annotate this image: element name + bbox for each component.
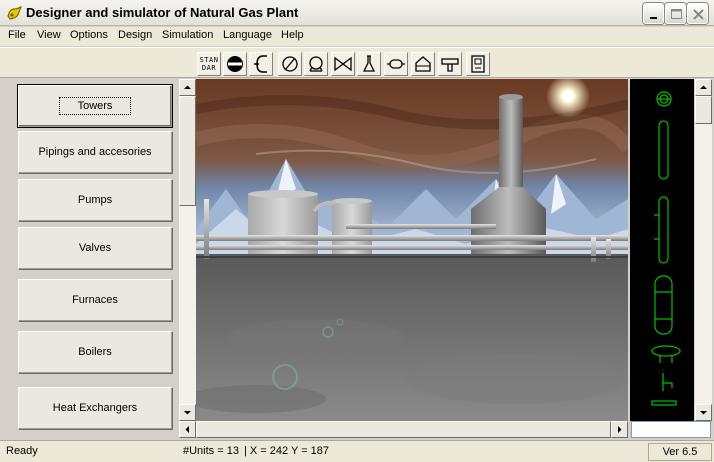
- palette-input[interactable]: [631, 421, 711, 438]
- standard-label-line1: STAN: [199, 56, 219, 64]
- arrow-up-icon: [700, 85, 707, 89]
- vessel-icon[interactable]: [654, 275, 673, 335]
- category-towers-label: Towers: [58, 97, 132, 115]
- menu-simulation[interactable]: Simulation: [159, 29, 216, 41]
- category-valves-label: Valves: [78, 242, 112, 254]
- scroll-thumb[interactable]: [179, 96, 196, 206]
- column-icon[interactable]: [658, 120, 669, 180]
- category-furnaces-label: Furnaces: [72, 294, 118, 306]
- elbow-tool-button[interactable]: [249, 52, 273, 76]
- maximize-icon: [671, 9, 682, 19]
- furnace-tool-button[interactable]: [411, 52, 435, 76]
- category-valves-button[interactable]: Valves: [18, 227, 172, 269]
- scroll-up-button[interactable]: [179, 79, 196, 96]
- palette-scroll-up-button[interactable]: [695, 79, 712, 96]
- minimize-icon: [650, 17, 657, 19]
- blind-flange-icon: [227, 56, 243, 72]
- status-version: Ver 6.5: [648, 443, 712, 461]
- manhole-icon[interactable]: [656, 91, 672, 107]
- drum-tool-button[interactable]: [384, 52, 408, 76]
- blind-flange-tool-button[interactable]: [223, 52, 247, 76]
- scroll-down-button[interactable]: [179, 404, 196, 421]
- category-boilers-label: Boilers: [78, 346, 112, 358]
- arrow-right-icon: [618, 426, 622, 433]
- minimize-button[interactable]: [643, 3, 664, 24]
- maximize-button[interactable]: [665, 3, 686, 24]
- category-boilers-button[interactable]: Boilers: [18, 331, 172, 373]
- category-pipings-button[interactable]: Pipings and accesories: [18, 131, 172, 173]
- furnace-icon: [415, 56, 431, 72]
- category-pumps-label: Pumps: [77, 194, 113, 206]
- plant-3d-viewport[interactable]: [196, 79, 628, 421]
- menu-language[interactable]: Language: [220, 29, 275, 41]
- nozzle-icon[interactable]: [662, 373, 673, 391]
- menu-file[interactable]: File: [5, 29, 29, 41]
- standard-tool-button[interactable]: STAN DAR: [197, 52, 221, 76]
- orifice-icon: [282, 56, 298, 72]
- arrow-left-icon: [185, 426, 189, 433]
- standard-label-line2: DAR: [201, 64, 217, 72]
- category-panel: Towers Pipings and accesories Pumps Valv…: [0, 79, 178, 437]
- flange-icon[interactable]: [651, 400, 677, 406]
- menu-view[interactable]: View: [34, 29, 64, 41]
- arrow-down-icon: [700, 411, 707, 415]
- flask-icon: [362, 55, 376, 72]
- category-heat-exchangers-label: Heat Exchangers: [52, 402, 138, 414]
- panel-tool-button[interactable]: [466, 52, 490, 76]
- scroll-left-button[interactable]: [179, 421, 196, 438]
- drum-icon: [387, 59, 405, 69]
- arrow-up-icon: [184, 85, 191, 89]
- status-bar: Ready #Units = 13 | X = 242 Y = 187 Ver …: [0, 440, 714, 462]
- category-pipings-label: Pipings and accesories: [38, 146, 152, 158]
- component-toolbar: STAN DAR: [0, 47, 714, 78]
- gate-valve-tool-button[interactable]: [331, 52, 355, 76]
- gate-valve-icon: [334, 56, 352, 72]
- viewport-vertical-scrollbar[interactable]: [179, 79, 196, 421]
- nozzle-tool-button[interactable]: [438, 52, 462, 76]
- menu-options[interactable]: Options: [67, 29, 111, 41]
- palette-scroll-thumb[interactable]: [695, 96, 712, 124]
- category-pumps-button[interactable]: Pumps: [18, 179, 172, 221]
- app-gas-plant-icon: [7, 6, 22, 20]
- pump-icon: [309, 56, 323, 72]
- title-bar: Designer and simulator of Natural Gas Pl…: [0, 0, 714, 26]
- close-icon: [693, 9, 704, 20]
- category-furnaces-button[interactable]: Furnaces: [18, 279, 172, 321]
- arrow-down-icon: [184, 411, 191, 415]
- category-heat-exchangers-button[interactable]: Heat Exchangers: [18, 387, 172, 429]
- close-button[interactable]: [687, 3, 708, 24]
- window-title: Designer and simulator of Natural Gas Pl…: [26, 5, 299, 20]
- palette-vertical-scrollbar[interactable]: [695, 79, 712, 421]
- elbow-pipe-icon: [254, 55, 267, 73]
- nozzle-icon: [441, 58, 459, 72]
- component-palette[interactable]: [630, 79, 694, 421]
- status-ready: Ready: [6, 445, 38, 457]
- category-towers-button[interactable]: Towers: [17, 84, 173, 128]
- reboiler-icon[interactable]: [651, 345, 681, 363]
- viewport-horizontal-scrollbar[interactable]: [179, 421, 628, 438]
- palette-scroll-down-button[interactable]: [695, 404, 712, 421]
- flask-tool-button[interactable]: [357, 52, 381, 76]
- orifice-tool-button[interactable]: [278, 52, 302, 76]
- column-gauge-icon[interactable]: [654, 196, 669, 264]
- panel-icon: [471, 55, 485, 73]
- pump-tool-button[interactable]: [304, 52, 328, 76]
- scroll-right-button[interactable]: [611, 421, 628, 438]
- status-coordinates: | X = 242 Y = 187: [244, 445, 330, 457]
- menu-design[interactable]: Design: [115, 29, 155, 41]
- status-units-count: #Units = 13: [183, 445, 239, 457]
- horizontal-scroll-thumb[interactable]: [196, 421, 611, 438]
- menu-help[interactable]: Help: [278, 29, 307, 41]
- menu-bar: File View Options Design Simulation Lang…: [0, 27, 714, 46]
